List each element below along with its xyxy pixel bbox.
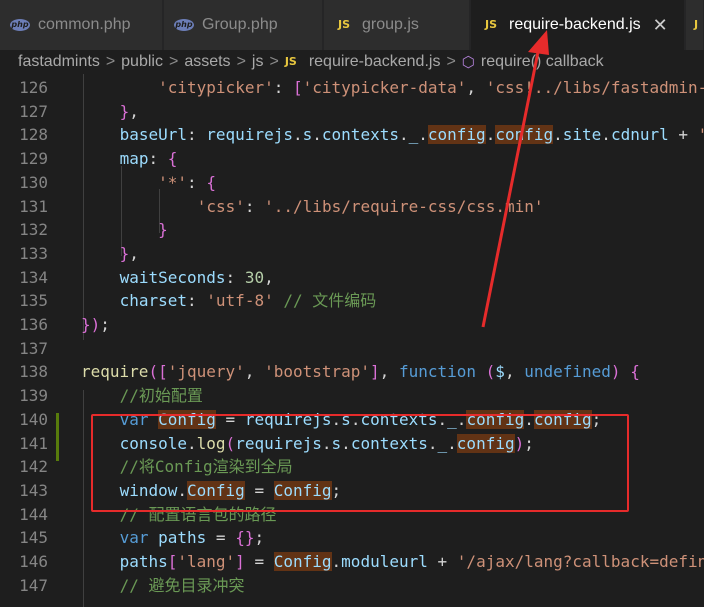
annotation-arrow <box>481 30 549 328</box>
